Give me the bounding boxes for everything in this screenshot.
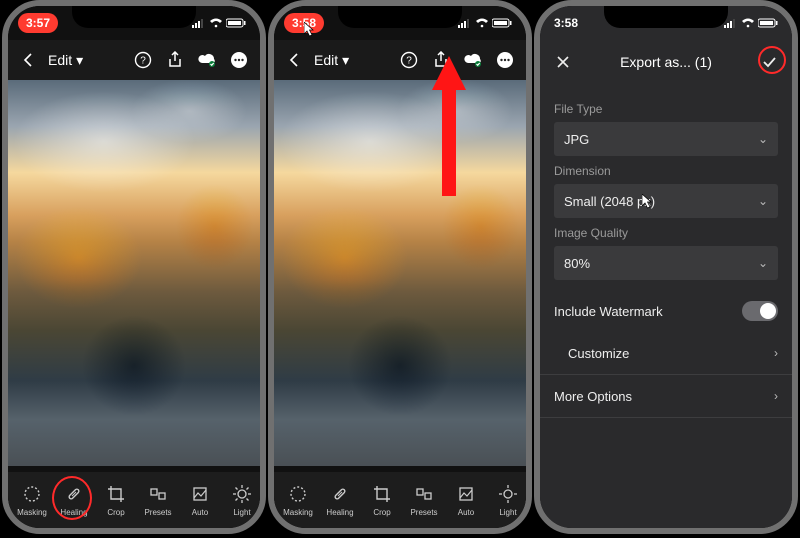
tool-crop[interactable]: Crop xyxy=(362,483,402,517)
time-recording-pill: 3:57 xyxy=(18,13,58,33)
export-title: Export as... (1) xyxy=(576,54,756,70)
tool-masking[interactable]: Masking xyxy=(278,483,318,517)
tool-label: Crop xyxy=(107,508,124,517)
svg-text:?: ? xyxy=(140,56,146,67)
tool-label: Masking xyxy=(17,508,47,517)
tool-label: Crop xyxy=(373,508,390,517)
presets-icon xyxy=(147,483,169,505)
chevron-down-icon: ⌄ xyxy=(758,194,768,208)
dimension-label: Dimension xyxy=(554,164,778,178)
tool-crop[interactable]: Crop xyxy=(96,483,136,517)
edit-dropdown[interactable]: Edit▾ xyxy=(48,52,83,69)
tool-label: Presets xyxy=(410,508,437,517)
confirm-check-icon[interactable] xyxy=(756,49,782,75)
back-icon[interactable] xyxy=(282,47,308,73)
time-recording-pill: 3:58 xyxy=(284,13,324,33)
edit-label: Edit xyxy=(48,52,72,68)
help-icon[interactable]: ? xyxy=(130,47,156,73)
export-panel: File Type JPG ⌄ Dimension Small (2048 px)… xyxy=(540,84,792,528)
tool-label: Healing xyxy=(326,508,353,517)
masking-icon xyxy=(287,483,309,505)
more-options-row[interactable]: More Options › xyxy=(554,375,778,417)
photo-canvas[interactable] xyxy=(8,80,260,466)
chevron-right-icon: › xyxy=(774,389,778,403)
edit-dropdown[interactable]: Edit▾ xyxy=(314,52,349,69)
quality-value: 80% xyxy=(564,256,590,271)
notch xyxy=(338,6,462,28)
more-icon[interactable] xyxy=(226,47,252,73)
file-type-select[interactable]: JPG ⌄ xyxy=(554,122,778,156)
export-header: Export as... (1) xyxy=(540,40,792,84)
cloud-sync-icon[interactable] xyxy=(194,47,220,73)
watermark-toggle[interactable] xyxy=(742,301,778,321)
tool-label: Auto xyxy=(192,508,208,517)
edit-label: Edit xyxy=(314,52,338,68)
tool-healing[interactable]: Healing xyxy=(54,483,94,517)
tool-light[interactable]: Light xyxy=(222,483,260,517)
tool-label: Auto xyxy=(458,508,474,517)
time: 3:58 xyxy=(550,13,582,33)
tool-presets[interactable]: Presets xyxy=(404,483,444,517)
customize-row[interactable]: Customize › xyxy=(554,332,778,374)
status-icons xyxy=(724,18,778,28)
edit-header: Edit▾ ? xyxy=(8,40,260,80)
dimension-value: Small (2048 px) xyxy=(564,194,655,209)
tool-label: Healing xyxy=(60,508,87,517)
quality-select[interactable]: 80% ⌄ xyxy=(554,246,778,280)
share-icon[interactable] xyxy=(428,47,454,73)
edit-header: Edit▾ ? xyxy=(274,40,526,80)
watermark-row: Include Watermark xyxy=(554,290,778,332)
light-icon xyxy=(231,483,253,505)
phone-screenshot-1: 3:57 Edit▾ ? Masking Healing Crop Preset… xyxy=(2,0,266,534)
bottom-toolbar: Masking Healing Crop Presets Auto Light xyxy=(8,472,260,528)
status-icons xyxy=(192,18,246,28)
phone-screenshot-3: 3:58 Export as... (1) File Type JPG ⌄ Dim… xyxy=(534,0,798,534)
help-icon[interactable]: ? xyxy=(396,47,422,73)
tool-auto[interactable]: Auto xyxy=(446,483,486,517)
svg-text:?: ? xyxy=(406,56,412,67)
notch xyxy=(604,6,728,28)
tool-label: Masking xyxy=(283,508,313,517)
crop-icon xyxy=(105,483,127,505)
cloud-sync-icon[interactable] xyxy=(460,47,486,73)
light-icon xyxy=(497,483,519,505)
tool-auto[interactable]: Auto xyxy=(180,483,220,517)
presets-icon xyxy=(413,483,435,505)
quality-label: Image Quality xyxy=(554,226,778,240)
chevron-right-icon: › xyxy=(774,346,778,360)
bottom-toolbar: Masking Healing Crop Presets Auto Light … xyxy=(274,472,526,528)
auto-icon xyxy=(455,483,477,505)
close-icon[interactable] xyxy=(550,49,576,75)
tool-label: Presets xyxy=(144,508,171,517)
file-type-value: JPG xyxy=(564,132,589,147)
notch xyxy=(72,6,196,28)
tool-masking[interactable]: Masking xyxy=(12,483,52,517)
chevron-down-icon: ⌄ xyxy=(758,256,768,270)
tool-healing[interactable]: Healing xyxy=(320,483,360,517)
tool-label: Light xyxy=(499,508,516,517)
divider xyxy=(540,417,792,418)
tool-light[interactable]: Light xyxy=(488,483,526,517)
healing-icon xyxy=(63,483,85,505)
tool-presets[interactable]: Presets xyxy=(138,483,178,517)
customize-label: Customize xyxy=(568,346,629,361)
chevron-down-icon: ⌄ xyxy=(758,132,768,146)
watermark-label: Include Watermark xyxy=(554,304,663,319)
chevron-down-icon: ▾ xyxy=(76,52,83,69)
crop-icon xyxy=(371,483,393,505)
file-type-label: File Type xyxy=(554,102,778,116)
masking-icon xyxy=(21,483,43,505)
more-options-label: More Options xyxy=(554,389,632,404)
phone-screenshot-2: 3:58 Edit▾ ? Masking Healing Crop Preset… xyxy=(268,0,532,534)
share-icon[interactable] xyxy=(162,47,188,73)
more-icon[interactable] xyxy=(492,47,518,73)
dimension-select[interactable]: Small (2048 px) ⌄ xyxy=(554,184,778,218)
healing-icon xyxy=(329,483,351,505)
photo-canvas[interactable] xyxy=(274,80,526,466)
chevron-down-icon: ▾ xyxy=(342,52,349,69)
auto-icon xyxy=(189,483,211,505)
tool-label: Light xyxy=(233,508,250,517)
status-icons xyxy=(458,18,512,28)
back-icon[interactable] xyxy=(16,47,42,73)
